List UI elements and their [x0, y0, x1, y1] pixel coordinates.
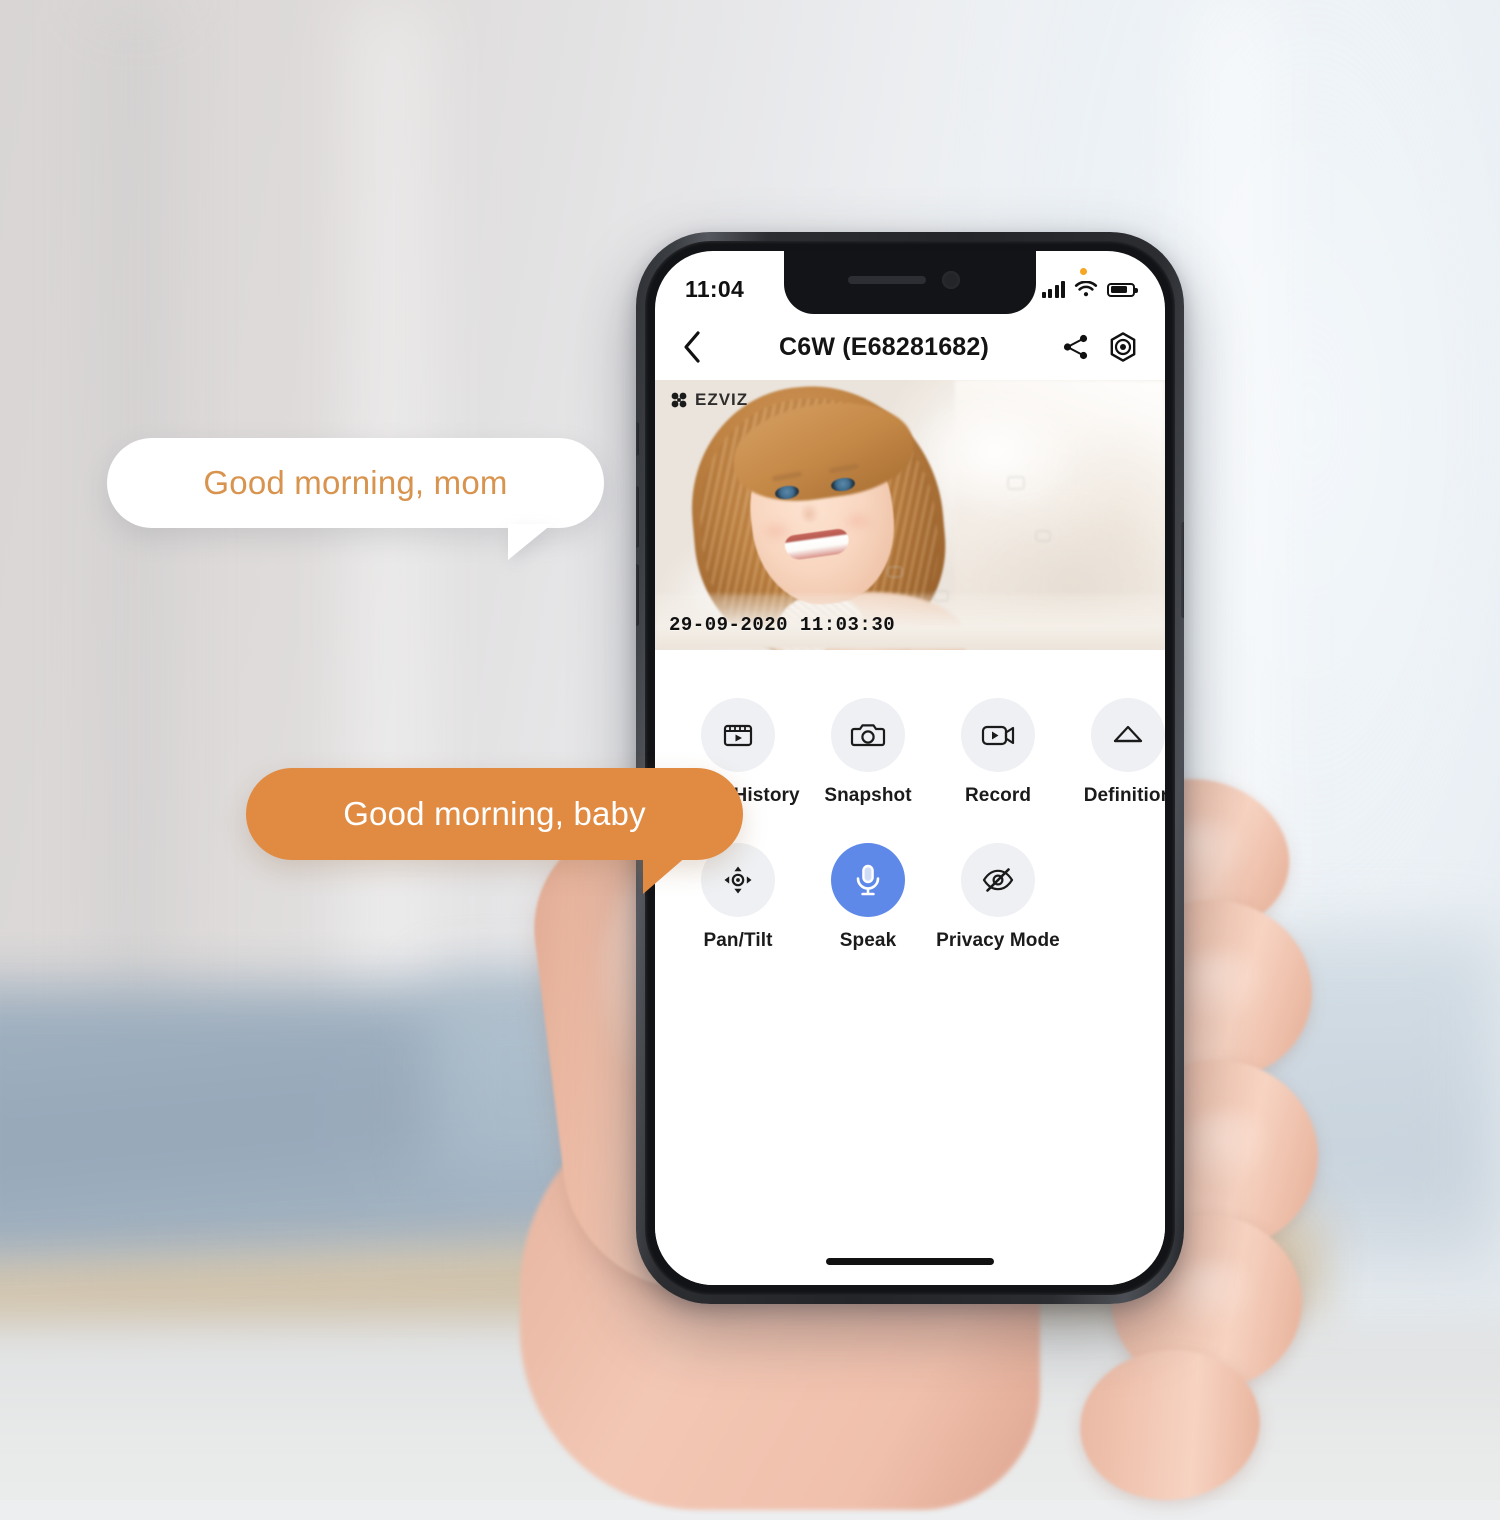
feed-artifact-2	[1035, 530, 1051, 542]
camera-icon	[850, 724, 886, 747]
video-history-icon-wrap	[701, 698, 775, 772]
chevron-left-icon	[684, 331, 700, 363]
camera-controls-panel: Video History Snapshot	[655, 650, 1165, 1285]
knuckle-3	[1180, 1110, 1276, 1190]
notification-dot-icon	[1080, 267, 1087, 275]
control-privacy-mode[interactable]: Privacy Mode	[933, 843, 1063, 952]
nav-actions	[1043, 331, 1139, 363]
control-label: Pan/Tilt	[703, 930, 773, 951]
share-icon[interactable]	[1061, 332, 1091, 362]
feed-timestamp: 29-09-2020 11:03:30	[669, 614, 896, 636]
speech-bubble-tail	[643, 856, 687, 894]
child-nose	[801, 502, 819, 522]
feed-artifact-4	[933, 590, 949, 602]
speech-bubble-child: Good morning, mom	[107, 438, 604, 560]
microphone-icon	[856, 864, 880, 896]
speech-bubble-tail	[508, 524, 552, 560]
definition-icon	[1113, 725, 1143, 743]
power-button[interactable]	[1181, 522, 1184, 618]
hexagon-settings-icon[interactable]	[1107, 331, 1139, 363]
smartphone: 11:04 C6W (E68281682) EZVIZ 29-09-2020 1…	[636, 232, 1184, 1304]
child-cheek-right	[841, 510, 875, 532]
home-indicator[interactable]	[826, 1258, 994, 1265]
mute-switch[interactable]	[636, 422, 639, 456]
definition-icon-wrap	[1091, 698, 1165, 772]
knuckle-4	[1170, 1260, 1260, 1332]
ezviz-logo-text: EZVIZ	[695, 390, 749, 409]
status-bar-indicators	[1041, 267, 1138, 299]
volume-up-button[interactable]	[636, 486, 639, 548]
speech-bubble-parent: Good morning, baby	[246, 768, 743, 894]
control-label: Privacy Mode	[936, 930, 1060, 951]
pan-tilt-icon	[724, 866, 752, 894]
page-title: C6W (E68281682)	[778, 332, 990, 361]
phone-notch	[784, 251, 1036, 314]
ezviz-logo: EZVIZ	[669, 390, 748, 410]
signal-bars-icon	[1041, 281, 1065, 298]
camera-icon-wrap	[831, 698, 905, 772]
control-label: Snapshot	[824, 785, 912, 806]
knuckle-2	[1174, 950, 1270, 1026]
control-label: Speak	[839, 930, 897, 951]
speech-bubble-text: Good morning, mom	[203, 464, 508, 501]
back-button[interactable]	[681, 330, 725, 364]
speech-bubble-text: Good morning, baby	[343, 795, 646, 832]
earpiece-speaker	[848, 276, 926, 284]
eye-slash-icon-wrap	[961, 843, 1035, 917]
microphone-icon-wrap	[831, 843, 905, 917]
volume-down-button[interactable]	[636, 564, 639, 626]
controls-row-2: Pan/Tilt Speak Privacy Mode	[655, 843, 1165, 952]
control-speak[interactable]: Speak	[803, 843, 933, 952]
control-label: Definition	[1083, 785, 1165, 806]
app-navigation-bar: C6W (E68281682)	[655, 314, 1165, 380]
phone-screen[interactable]: 11:04 C6W (E68281682) EZVIZ 29-09-2020 1…	[655, 251, 1165, 1285]
feed-artifact-1	[1007, 476, 1025, 490]
control-label: Record	[964, 785, 1032, 806]
wifi-icon	[1074, 280, 1098, 296]
ezviz-pinwheel-logo-icon	[671, 392, 687, 408]
control-record[interactable]: Record	[933, 698, 1063, 807]
eye-slash-icon	[982, 868, 1014, 892]
video-history-icon	[723, 724, 753, 747]
front-camera-icon	[942, 271, 960, 289]
video-record-icon	[981, 725, 1015, 746]
control-snapshot[interactable]: Snapshot	[803, 698, 933, 807]
video-record-icon-wrap	[961, 698, 1035, 772]
control-definition[interactable]: Definition	[1063, 698, 1165, 807]
live-video-feed[interactable]: EZVIZ 29-09-2020 11:03:30	[655, 380, 1165, 650]
feed-artifact-3	[887, 566, 903, 578]
battery-icon	[1107, 282, 1138, 297]
status-bar-time: 11:04	[685, 276, 745, 302]
